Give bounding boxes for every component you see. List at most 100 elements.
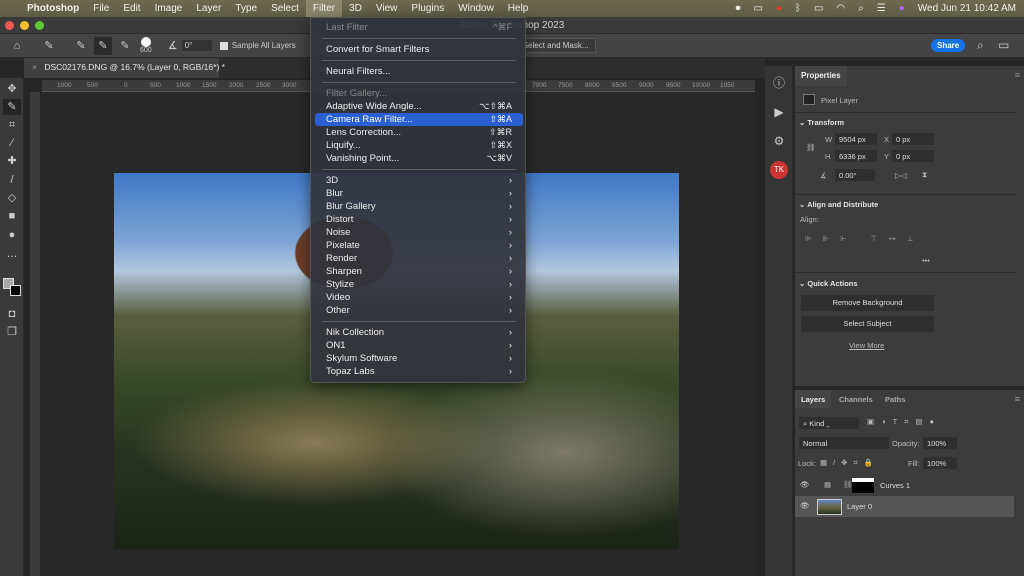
subtract-selection-icon[interactable]: ✎ xyxy=(116,37,134,55)
healing-brush-icon[interactable]: ✚ xyxy=(3,153,21,169)
close-tab-icon[interactable]: × xyxy=(32,62,37,72)
document-tab[interactable]: × DSC02176.DNG @ 16.7% (Layer 0, RGB/16*… xyxy=(24,58,225,78)
menu-layer[interactable]: Layer xyxy=(189,0,228,17)
share-button[interactable]: Share xyxy=(931,39,966,52)
align-section[interactable]: ⌄ Align and Distribute xyxy=(799,200,878,209)
menu-item-other[interactable]: Other › xyxy=(315,304,523,317)
sample-all-checkbox[interactable] xyxy=(219,41,228,50)
tk-plugin-icon[interactable]: TK xyxy=(770,161,788,179)
tab-properties[interactable]: Properties xyxy=(795,66,847,86)
move-tool-icon[interactable]: ✥ xyxy=(3,81,21,97)
layer-row-curves[interactable]: 👁 ▦ ⛓ Curves 1 xyxy=(795,475,1014,496)
menu-plugins[interactable]: Plugins xyxy=(404,0,451,17)
plugin-icon[interactable]: ⚙ xyxy=(770,132,788,150)
height-field[interactable]: 6336 px xyxy=(835,150,877,162)
menu-type[interactable]: Type xyxy=(228,0,264,17)
angle-field[interactable]: 0° xyxy=(181,40,212,51)
quick-selection-tool-icon[interactable]: ✎ xyxy=(3,99,21,115)
layer-row-layer0[interactable]: 👁 Layer 0 xyxy=(795,496,1014,517)
visibility-eye-icon[interactable]: 👁 xyxy=(800,501,810,510)
remove-background-button[interactable]: Remove Background xyxy=(801,295,934,311)
search-icon[interactable]: ⌕ xyxy=(977,38,984,53)
menu-item-3d[interactable]: 3D › xyxy=(315,174,523,187)
select-and-mask-button[interactable]: Select and Mask... xyxy=(515,38,596,53)
info-icon[interactable]: ⓘ xyxy=(770,74,788,92)
opacity-field[interactable]: 100% xyxy=(923,437,957,449)
record-icon[interactable]: ⏺ xyxy=(735,3,740,14)
menu-item-on1[interactable]: ON1 › xyxy=(315,339,523,352)
menu-item-video[interactable]: Video › xyxy=(315,291,523,304)
home-icon[interactable]: ⌂ xyxy=(8,37,26,55)
menu-3d[interactable]: 3D xyxy=(342,0,369,17)
layer-filter-icons[interactable]: ▣◑T⌗▤● xyxy=(867,417,941,427)
menu-help[interactable]: Help xyxy=(501,0,536,17)
menu-item-blur-gallery[interactable]: Blur Gallery › xyxy=(315,200,523,213)
spotlight-icon[interactable]: ⌕ xyxy=(858,3,864,14)
more-options-icon[interactable]: ••• xyxy=(922,256,930,265)
menu-photoshop[interactable]: Photoshop xyxy=(20,0,86,17)
battery-icon[interactable]: ▭ xyxy=(814,3,823,14)
layer-filter-select[interactable]: ⌕ Kind ⌄ xyxy=(799,417,859,429)
x-field[interactable]: 0 px xyxy=(892,133,934,145)
menu-image[interactable]: Image xyxy=(148,0,190,17)
menu-item-vanishing-point[interactable]: Vanishing Point... ⌥⌘V xyxy=(315,152,523,165)
flip-horizontal-icon[interactable]: ▷◁ xyxy=(895,171,907,180)
menu-file[interactable]: File xyxy=(86,0,116,17)
menu-item-sharpen[interactable]: Sharpen › xyxy=(315,265,523,278)
blur-tool-icon[interactable]: ● xyxy=(3,227,21,243)
wifi-icon[interactable]: ◠ xyxy=(836,3,845,14)
fill-field[interactable]: 100% xyxy=(923,457,957,469)
menu-item-filter-gallery[interactable]: Filter Gallery... xyxy=(315,87,523,100)
quick-actions-section[interactable]: ⌄ Quick Actions xyxy=(799,279,858,288)
menu-item-pixelate[interactable]: Pixelate › xyxy=(315,239,523,252)
panel-menu-icon[interactable]: ≡ xyxy=(1015,394,1020,404)
panel-menu-icon[interactable]: ≡ xyxy=(1015,70,1020,80)
bluetooth-icon[interactable]: ᛒ xyxy=(795,3,801,14)
tab-channels[interactable]: Channels xyxy=(833,390,879,408)
align-buttons[interactable]: ⊫⊪⊩ ⊤⊶⊥ xyxy=(805,234,924,243)
menu-item-topaz-labs[interactable]: Topaz Labs › xyxy=(315,365,523,378)
menu-item-liquify[interactable]: Liquify... ⇧⌘X xyxy=(315,139,523,152)
brush-size-picker[interactable]: 600 xyxy=(140,37,152,54)
menu-item-skylum-software[interactable]: Skylum Software › xyxy=(315,352,523,365)
menu-item-render[interactable]: Render › xyxy=(315,252,523,265)
view-more-link[interactable]: View More xyxy=(849,341,884,350)
menu-item-distort[interactable]: Distort › xyxy=(315,213,523,226)
eraser-tool-icon[interactable]: ◇ xyxy=(3,190,21,206)
new-selection-icon[interactable]: ✎ xyxy=(72,37,90,55)
y-field[interactable]: 0 px xyxy=(892,150,934,162)
tab-layers[interactable]: Layers xyxy=(795,390,832,408)
screen-record-icon[interactable]: ● xyxy=(776,3,782,14)
tab-paths[interactable]: Paths xyxy=(879,390,911,408)
play-actions-icon[interactable]: ▶ xyxy=(770,103,788,121)
menu-select[interactable]: Select xyxy=(264,0,306,17)
link-icon[interactable]: ⛓ xyxy=(806,143,816,152)
crop-tool-icon[interactable]: ⌗ xyxy=(3,117,21,133)
width-field[interactable]: 9504 px xyxy=(835,133,877,145)
gradient-tool-icon[interactable]: ■ xyxy=(3,208,21,224)
eyedropper-tool-icon[interactable]: ⁄ xyxy=(3,135,21,151)
background-color-swatch[interactable] xyxy=(10,285,21,296)
menu-item-neural-filters[interactable]: Neural Filters... xyxy=(315,65,523,78)
menu-item-nik-collection[interactable]: Nik Collection › xyxy=(315,326,523,339)
menu-item-adaptive-wide-angle[interactable]: Adaptive Wide Angle... ⌥⇧⌘A xyxy=(315,100,523,113)
control-center-icon[interactable]: ☰ xyxy=(877,3,886,14)
workspace-icon[interactable]: ▭ xyxy=(998,38,1009,52)
menu-edit[interactable]: Edit xyxy=(116,0,147,17)
lock-icons[interactable]: ▦/✥⌗🔒 xyxy=(820,458,879,468)
display-icon[interactable]: ▭ xyxy=(753,3,762,14)
menu-window[interactable]: Window xyxy=(451,0,501,17)
more-tools-icon[interactable]: … xyxy=(3,246,21,262)
tool-preset-icon[interactable]: ✎ xyxy=(40,37,58,55)
menu-view[interactable]: View xyxy=(369,0,405,17)
menu-item-stylize[interactable]: Stylize › xyxy=(315,278,523,291)
menu-item-noise[interactable]: Noise › xyxy=(315,226,523,239)
menu-item-convert-for-smart-filters[interactable]: Convert for Smart Filters xyxy=(315,43,523,56)
menu-item-lens-correction[interactable]: Lens Correction... ⇧⌘R xyxy=(315,126,523,139)
menu-filter[interactable]: Filter xyxy=(305,0,343,17)
select-subject-button[interactable]: Select Subject xyxy=(801,316,934,332)
rotation-field[interactable]: 0.00° xyxy=(835,169,875,181)
screen-mode-icon[interactable]: ❐ xyxy=(3,324,21,340)
quick-mask-icon[interactable]: ◘ xyxy=(3,306,21,322)
menu-item-blur[interactable]: Blur › xyxy=(315,187,523,200)
